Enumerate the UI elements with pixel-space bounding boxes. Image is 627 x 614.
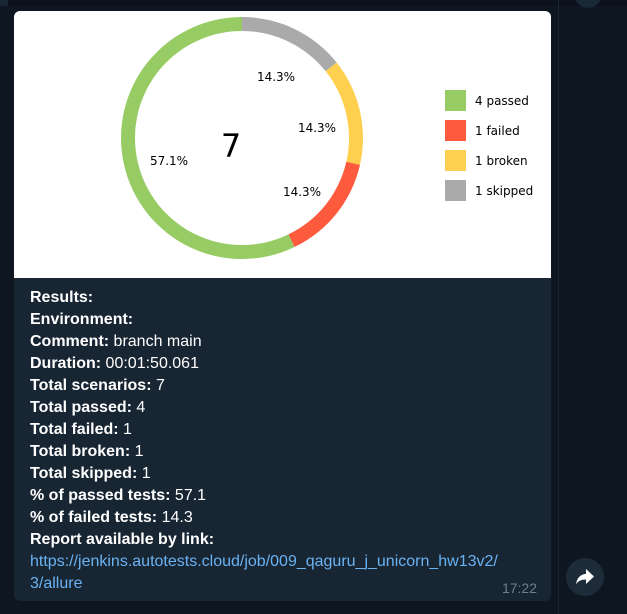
percent-label: 57.1%: [150, 154, 188, 168]
result-line-label: Total skipped:: [30, 465, 138, 482]
result-line-label: Total passed:: [30, 399, 132, 416]
result-line-label: Total failed:: [30, 421, 119, 438]
report-link-line2[interactable]: 3/allure: [30, 575, 82, 592]
message-text: Results: Environment: Comment: branch main…: [30, 287, 545, 595]
legend-label: 1 broken: [475, 154, 528, 168]
forward-arrow-icon: [576, 569, 594, 585]
result-line: % of failed tests: 14.3: [30, 507, 545, 529]
result-line: Comment: branch main: [30, 331, 545, 353]
result-line-value: 1: [130, 443, 144, 460]
legend-label: 1 failed: [475, 124, 520, 138]
percent-label: 14.3%: [298, 121, 336, 135]
legend-label: 1 skipped: [475, 184, 533, 198]
result-line: Duration: 00:01:50.061: [30, 353, 545, 375]
result-line-label: Results:: [30, 289, 94, 306]
chart-legend: 4 passed 1 failed 1 broken 1 skipped: [445, 90, 533, 201]
donut-chart: 7 57.1% 14.3% 14.3% 14.3% 4 passed 1 failed 1…: [120, 17, 533, 259]
result-line: Results:: [30, 287, 545, 309]
result-line-value: branch main: [109, 333, 202, 350]
result-line: Environment:: [30, 309, 545, 331]
result-line-label: Report available by link:: [30, 531, 215, 548]
legend-swatch: [445, 180, 466, 201]
result-line: Report available by link:: [30, 529, 545, 551]
report-chart-image[interactable]: 7 57.1% 14.3% 14.3% 14.3% 4 passed 1 failed 1…: [14, 11, 551, 278]
report-link[interactable]: https://jenkins.autotests.cloud/job/009_…: [30, 551, 545, 595]
percent-labels: 57.1% 14.3% 14.3% 14.3%: [150, 70, 336, 199]
report-link-line1[interactable]: https://jenkins.autotests.cloud/job/009_…: [30, 553, 498, 570]
result-line-value: 1: [118, 421, 132, 438]
result-line-value: 14.3: [157, 509, 193, 526]
donut-slices: [120, 17, 363, 259]
previous-bubble-tail: [0, 0, 8, 6]
result-line: Total broken: 1: [30, 441, 545, 463]
legend-swatch: [445, 120, 466, 141]
chart-center-total: 7: [221, 127, 241, 165]
legend-swatch: [445, 150, 466, 171]
result-line-value: 7: [151, 377, 165, 394]
avatar[interactable]: [575, 0, 601, 8]
message-bubble[interactable]: 7 57.1% 14.3% 14.3% 14.3% 4 passed 1 failed 1…: [14, 11, 551, 601]
percent-label: 14.3%: [283, 185, 321, 199]
donut-slice: [242, 17, 337, 72]
donut-slice: [120, 17, 295, 259]
result-line-label: % of passed tests:: [30, 487, 171, 504]
result-line-label: Total scenarios:: [30, 377, 152, 394]
result-line: Total scenarios: 7: [30, 375, 545, 397]
result-line-label: % of failed tests:: [30, 509, 158, 526]
result-line-label: Comment:: [30, 333, 110, 350]
message-timestamp: 17:22: [501, 580, 537, 596]
percent-label: 14.3%: [257, 70, 295, 84]
donut-slice: [288, 161, 360, 248]
previous-message-edge: [0, 0, 627, 6]
legend-label: 4 passed: [475, 94, 529, 108]
result-line: % of passed tests: 57.1: [30, 485, 545, 507]
result-line-value: 00:01:50.061: [101, 355, 199, 372]
result-line: Total failed: 1: [30, 419, 545, 441]
result-line-value: 1: [137, 465, 151, 482]
result-line: Total skipped: 1: [30, 463, 545, 485]
legend-swatch: [445, 90, 466, 111]
divider: [558, 0, 559, 614]
result-line-label: Duration:: [30, 355, 102, 372]
result-line-value: 57.1: [170, 487, 207, 504]
result-line-label: Environment:: [30, 311, 134, 328]
result-line: Total passed: 4: [30, 397, 545, 419]
donut-slice: [325, 62, 363, 165]
forward-button[interactable]: [566, 558, 604, 596]
result-line-label: Total broken:: [30, 443, 131, 460]
result-line-value: 4: [131, 399, 146, 416]
results-lines: Results: Environment: Comment: branch main…: [30, 287, 545, 551]
